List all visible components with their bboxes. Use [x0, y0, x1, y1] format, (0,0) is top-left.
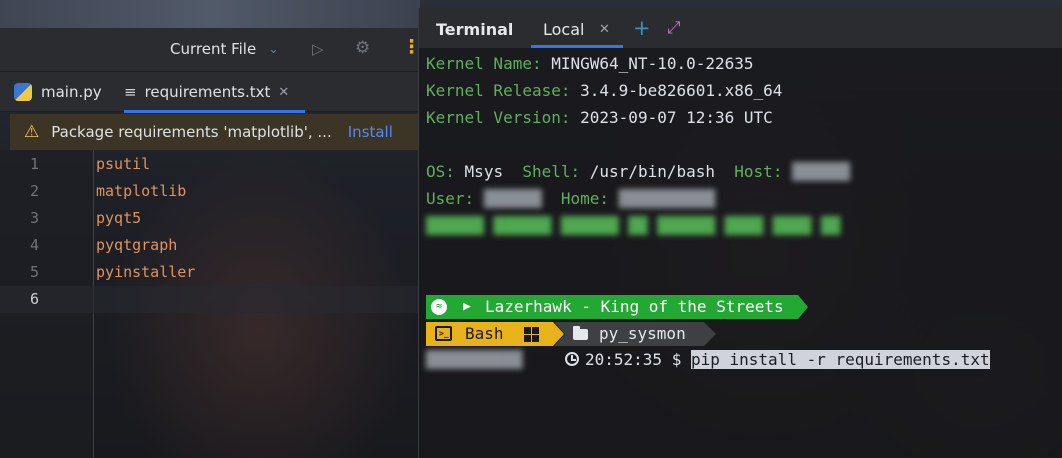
- terminal-line: OS: Msys Shell: /usr/bin/bash Host: ████…: [426, 162, 850, 181]
- package-requirements-banner: ⚠ Package requirements 'matplotlib', ...…: [10, 114, 420, 150]
- code-line[interactable]: 2 matplotlib: [0, 178, 420, 205]
- requirement-entry[interactable]: psutil: [96, 155, 150, 173]
- debug-icon[interactable]: ⚙: [355, 38, 370, 58]
- tab-requirements-txt[interactable]: ≡ requirements.txt ✕: [124, 72, 306, 113]
- current-code-line[interactable]: 6: [0, 286, 420, 313]
- line-number: 4: [30, 236, 40, 254]
- run-toolbar: Current File ⌄ ▷ ⚙ ⋮: [0, 28, 421, 72]
- code-line[interactable]: 4 pyqtgraph: [0, 232, 420, 259]
- requirement-entry[interactable]: pyqtgraph: [96, 236, 177, 254]
- requirement-entry[interactable]: pyinstaller: [96, 263, 195, 281]
- add-tab-icon[interactable]: +: [633, 16, 651, 40]
- editor-tab-bar: main.py ≡ requirements.txt ✕: [0, 72, 420, 113]
- run-configuration-selector[interactable]: Current File: [170, 40, 256, 58]
- terminal-panel[interactable]: Terminal Local ✕ + ⤢ Kernel Name: MINGW6…: [418, 8, 1062, 458]
- line-number: 2: [30, 182, 40, 200]
- line-number: 5: [30, 263, 40, 281]
- now-playing-track: Lazerhawk - King of the Streets: [485, 297, 784, 316]
- chevron-down-icon[interactable]: ⌄: [268, 42, 279, 57]
- terminal-line: Kernel Version: 2023-09-07 12:36 UTC: [426, 108, 773, 127]
- code-line[interactable]: 1 psutil: [0, 151, 420, 178]
- current-directory: py_sysmon: [599, 324, 686, 343]
- shell-name: Bash: [465, 324, 504, 343]
- redacted-user: ██████: [483, 189, 542, 208]
- play-icon: ▶: [463, 299, 471, 314]
- redacted-host: ██████: [792, 162, 850, 181]
- tab-local[interactable]: Local ✕: [531, 8, 623, 48]
- windows-icon: [524, 327, 539, 342]
- directory-segment: py_sysmon: [554, 322, 716, 346]
- terminal-icon: >_: [435, 326, 452, 341]
- now-playing-segment: ≈ ▶ Lazerhawk - King of the Streets: [426, 295, 808, 319]
- prompt-command-line[interactable]: 20:52:35 $ pip install -r requirements.t…: [585, 350, 990, 369]
- title-bar-strip: [0, 0, 420, 28]
- redacted-user-host: ██████████: [426, 350, 523, 369]
- line-number: 6: [30, 290, 40, 308]
- install-requirements-link[interactable]: Install: [348, 123, 393, 141]
- tab-main-py[interactable]: main.py: [14, 72, 102, 112]
- prompt-time: 20:52:35: [585, 350, 663, 369]
- tab-label: requirements.txt: [144, 83, 271, 101]
- shell-segment: >_ Bash: [426, 322, 564, 346]
- tab-label: main.py: [41, 83, 102, 101]
- close-tab-icon[interactable]: ✕: [599, 22, 610, 37]
- folder-icon: [573, 326, 588, 340]
- terminal-line: User: ██████ Home: ██████████: [426, 189, 716, 208]
- requirement-entry[interactable]: matplotlib: [96, 182, 186, 200]
- terminal-line-redacted: ██████ ██████ ██████ ██ ██████ ████ ████…: [426, 216, 841, 235]
- code-line[interactable]: 5 pyinstaller: [0, 259, 420, 286]
- line-number: 1: [30, 155, 40, 173]
- line-number: 3: [30, 209, 40, 227]
- run-icon[interactable]: ▷: [312, 40, 324, 58]
- redacted-home: ██████████: [618, 189, 716, 208]
- expand-icon[interactable]: ⤢: [667, 18, 681, 38]
- terminal-line: Kernel Release: 3.4.9-be826601.x86_64: [426, 81, 783, 100]
- command-input[interactable]: pip install -r requirements.txt: [690, 350, 990, 369]
- close-tab-icon[interactable]: ✕: [278, 85, 289, 100]
- terminal-line: Kernel Name: MINGW64_NT-10.0-22635: [426, 54, 754, 73]
- banner-message: Package requirements 'matplotlib', ...: [51, 123, 332, 141]
- prompt-line[interactable]: ██████████: [426, 350, 522, 369]
- warning-icon: ⚠: [24, 122, 40, 142]
- prompt-symbol: $: [671, 350, 682, 369]
- requirement-entry[interactable]: pyqt5: [96, 209, 141, 227]
- python-file-icon: [14, 83, 32, 101]
- terminal-title: Terminal: [436, 20, 514, 39]
- text-file-icon: ≡: [124, 83, 137, 101]
- clock-icon: [565, 352, 579, 366]
- tab-label: Local: [543, 20, 585, 39]
- terminal-header: Terminal Local ✕ + ⤢: [419, 8, 1062, 48]
- code-line[interactable]: 3 pyqt5: [0, 205, 420, 232]
- spotify-icon: ≈: [431, 299, 447, 315]
